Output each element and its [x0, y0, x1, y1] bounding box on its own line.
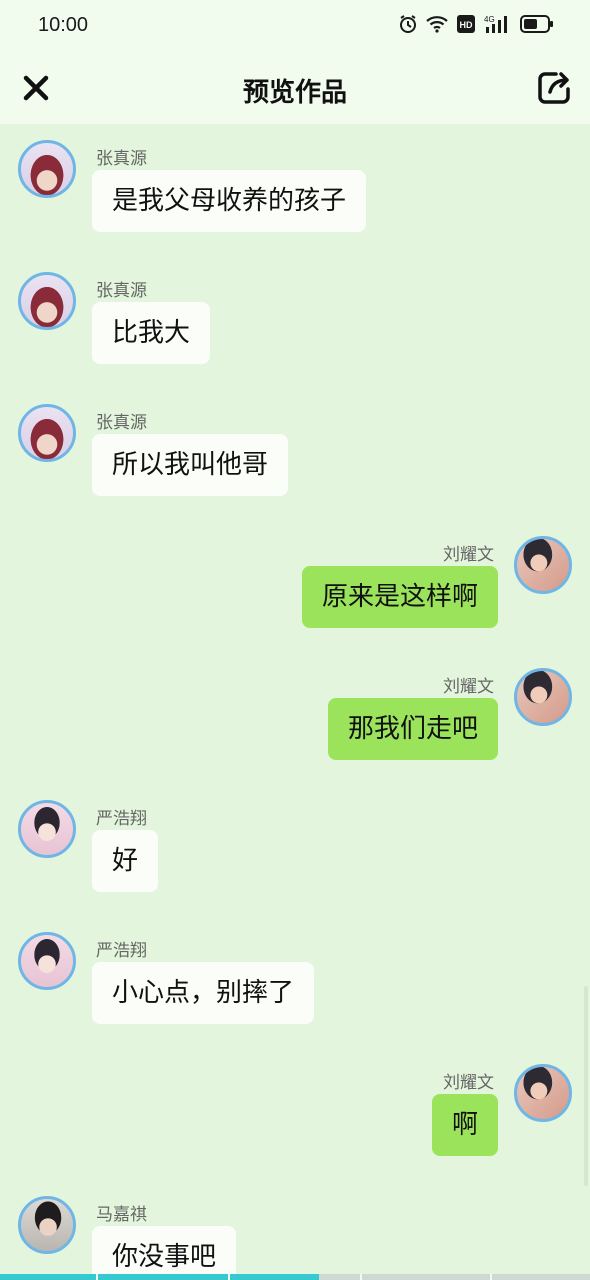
avatar[interactable]: [18, 1196, 76, 1254]
message-bubble[interactable]: 小心点，别摔了: [92, 962, 315, 1024]
playback-progress-fill: [0, 1274, 319, 1280]
wifi-icon: [426, 15, 448, 37]
sender-name: 张真源: [96, 281, 147, 301]
sender-name: 张真源: [96, 413, 147, 433]
signal-4g-icon: 4G: [484, 14, 512, 38]
message-bubble[interactable]: 是我父母收养的孩子: [92, 170, 367, 232]
status-icons: HD 4G: [398, 14, 554, 38]
share-icon: [538, 72, 570, 104]
message-bubble[interactable]: 比我大: [92, 302, 211, 364]
hd-icon: HD: [456, 14, 476, 38]
avatar[interactable]: [514, 536, 572, 594]
chat-area[interactable]: 张真源 是我父母收养的孩子 张真源 比我大 张真源 所以我叫他哥 刘耀文 原来是…: [0, 124, 590, 1280]
scrollbar[interactable]: [584, 986, 588, 1186]
message-bubble[interactable]: 好: [92, 830, 159, 892]
sender-name: 张真源: [96, 149, 147, 169]
sender-name: 刘耀文: [443, 545, 494, 565]
avatar[interactable]: [18, 272, 76, 330]
message-bubble[interactable]: 你没事吧: [92, 1226, 237, 1280]
playback-progress-bar[interactable]: [0, 1274, 590, 1280]
progress-segment-divider: [360, 1274, 362, 1280]
message-bubble[interactable]: 那我们走吧: [327, 698, 498, 760]
alarm-icon: [398, 14, 418, 38]
avatar[interactable]: [514, 1064, 572, 1122]
avatar[interactable]: [18, 800, 76, 858]
status-bar: 10:00 HD 4G: [0, 0, 590, 52]
svg-text:HD: HD: [460, 20, 473, 30]
avatar[interactable]: [18, 404, 76, 462]
page-title: 预览作品: [242, 78, 347, 108]
progress-segment-divider: [228, 1274, 230, 1280]
progress-segment-divider: [490, 1274, 492, 1280]
status-time: 10:00: [38, 14, 89, 36]
avatar[interactable]: [514, 668, 572, 726]
message-bubble[interactable]: 所以我叫他哥: [92, 434, 289, 496]
progress-segment-divider: [96, 1274, 98, 1280]
sender-name: 刘耀文: [443, 677, 494, 697]
share-button[interactable]: [536, 70, 572, 106]
avatar[interactable]: [18, 932, 76, 990]
avatar[interactable]: [18, 140, 76, 198]
svg-text:4G: 4G: [484, 15, 495, 24]
header-bar: 预览作品: [0, 52, 590, 124]
message-bubble[interactable]: 原来是这样啊: [301, 566, 498, 628]
battery-icon: [520, 15, 554, 37]
message-bubble[interactable]: 啊: [431, 1094, 498, 1156]
sender-name: 严浩翔: [96, 809, 147, 829]
sender-name: 马嘉祺: [96, 1205, 147, 1225]
sender-name: 刘耀文: [443, 1073, 494, 1093]
sender-name: 严浩翔: [96, 941, 147, 961]
